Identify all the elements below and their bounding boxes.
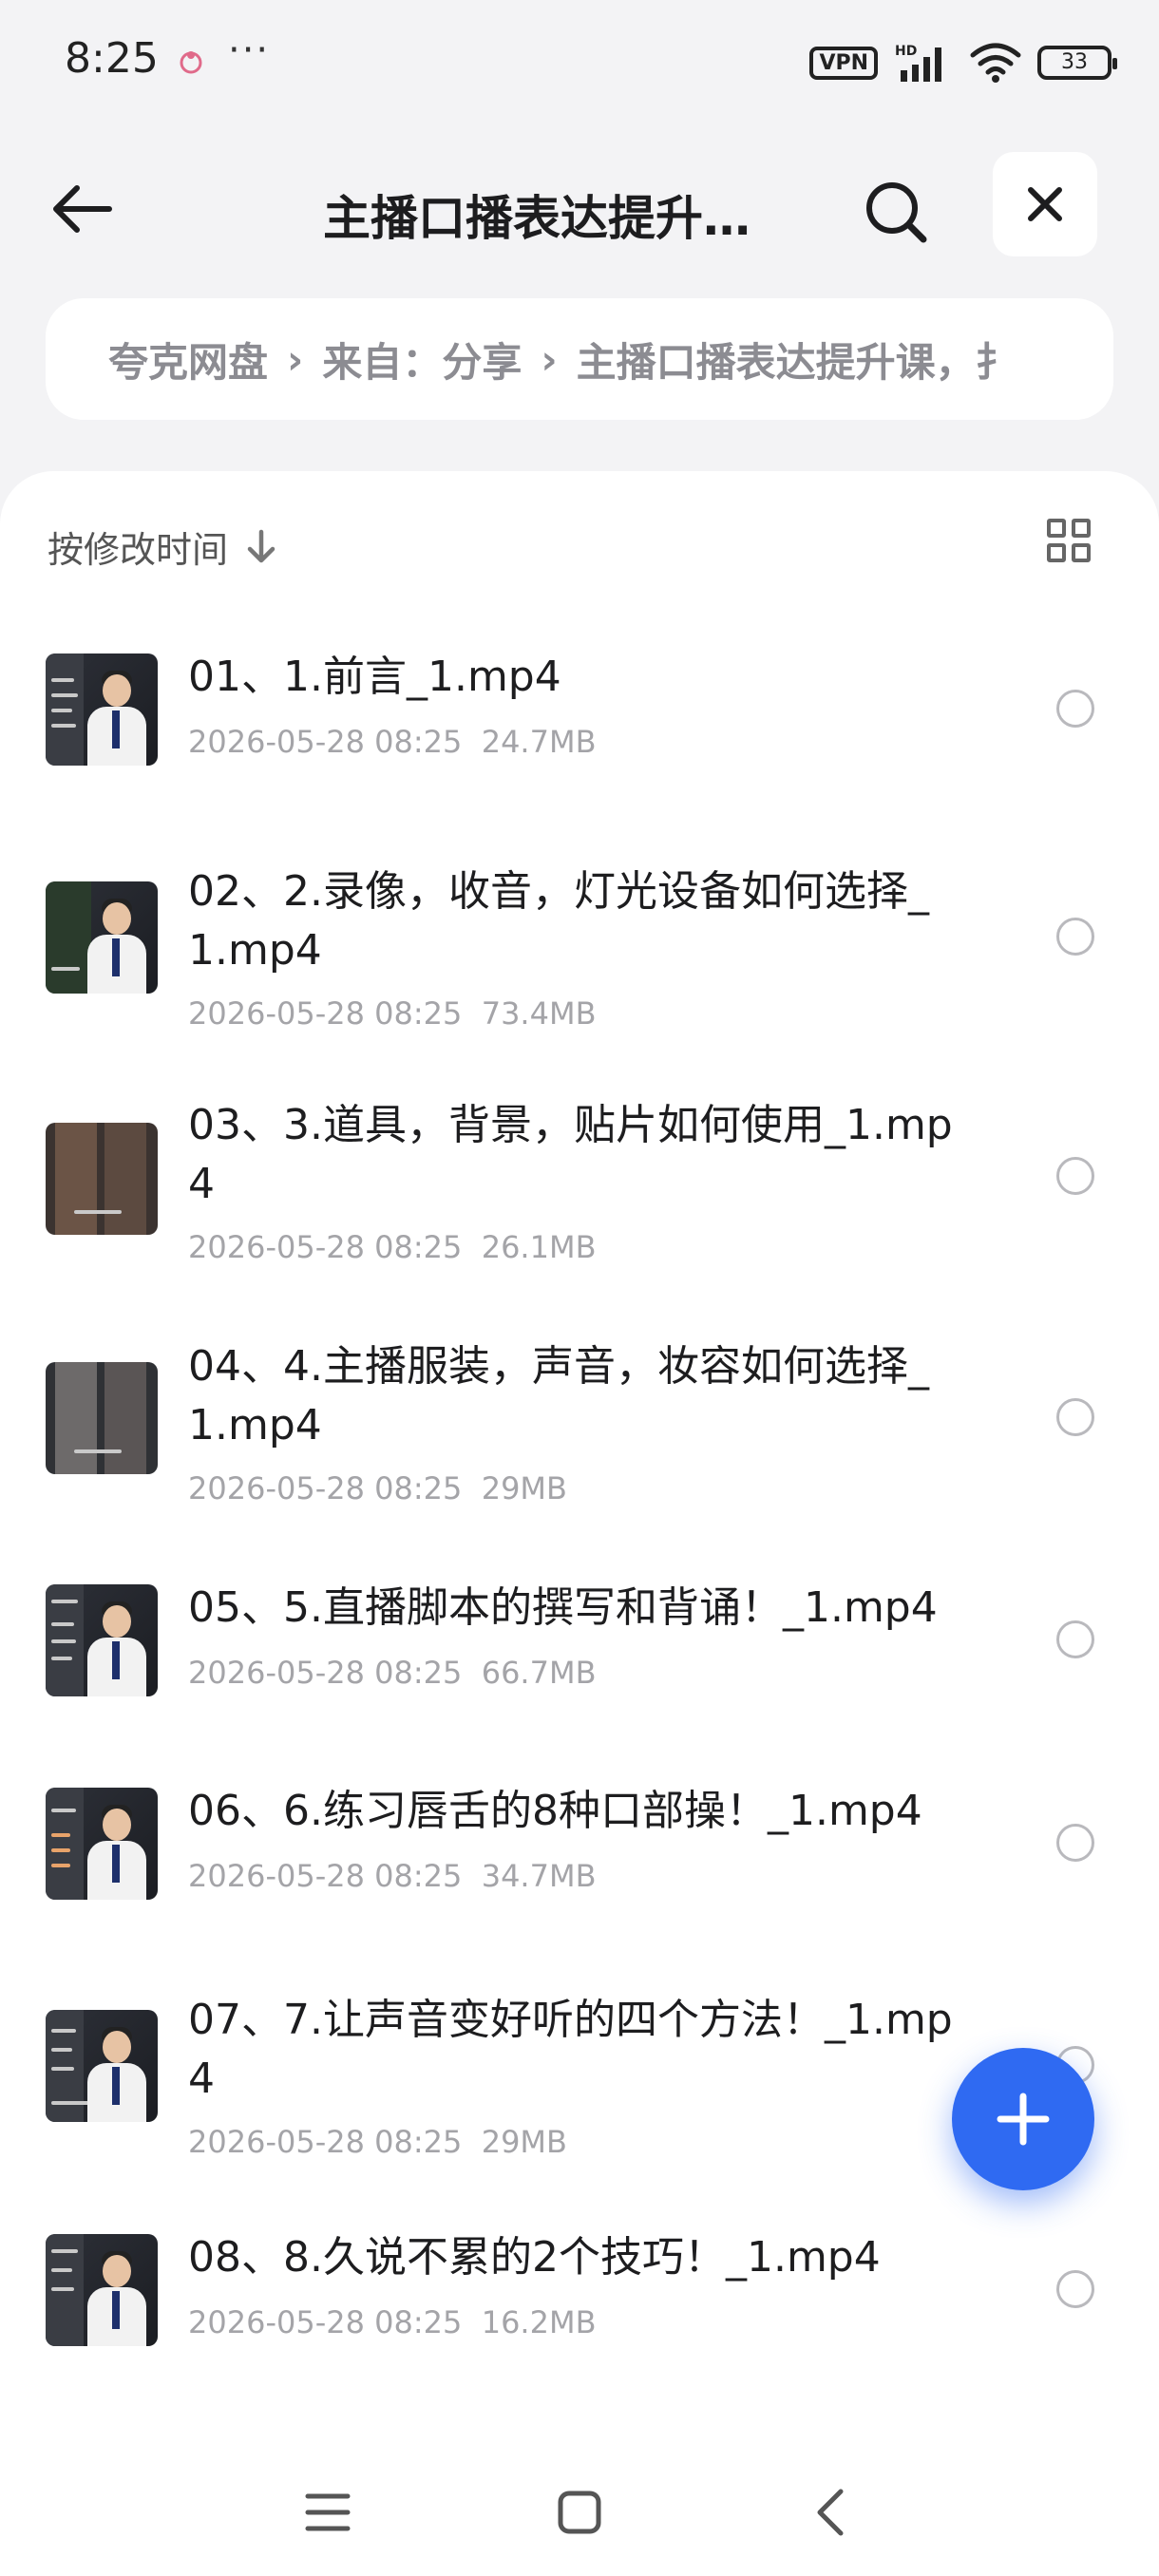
- search-icon: [866, 182, 927, 243]
- select-radio[interactable]: [1056, 2270, 1094, 2308]
- video-thumbnail: [46, 881, 158, 994]
- breadcrumb-item-root[interactable]: 夸克网盘: [108, 331, 268, 388]
- file-name: 07、7.让声音变好听的四个方法！_1.mp4: [188, 1996, 953, 2103]
- file-size: 16.2MB: [481, 2304, 597, 2340]
- breadcrumb: 夸克网盘 › 来自：分享 › 主播口播表达提升课，扌: [46, 298, 1113, 420]
- select-radio[interactable]: [1056, 690, 1094, 728]
- breadcrumb-item-current[interactable]: 主播口播表达提升课，扌: [577, 331, 1016, 388]
- file-row[interactable]: 04、4.主播服装，声音，妆容如何选择_1.mp4 2026-05-28 08:…: [0, 1342, 1159, 1506]
- file-meta: 2026-05-28 08:25 29MB: [188, 1470, 567, 1506]
- status-bar: 8:25 ··· VPN HD 33: [0, 0, 1159, 123]
- breadcrumb-separator: ›: [541, 335, 558, 383]
- file-size: 26.1MB: [481, 1229, 597, 1265]
- file-date: 2026-05-28 08:25: [188, 1655, 463, 1691]
- file-date: 2026-05-28 08:25: [188, 1470, 463, 1506]
- file-row[interactable]: 01、1.前言_1.mp4 2026-05-28 08:25 24.7MB: [0, 653, 1159, 796]
- file-name: 03、3.道具，背景，贴片如何使用_1.mp4: [188, 1101, 953, 1208]
- file-date: 2026-05-28 08:25: [188, 724, 463, 760]
- video-thumbnail: [46, 1362, 158, 1474]
- file-date: 2026-05-28 08:25: [188, 1229, 463, 1265]
- file-name: 02、2.录像，收音，灯光设备如何选择_1.mp4: [188, 867, 929, 975]
- nav-menu-button[interactable]: [285, 2470, 370, 2555]
- status-right-group: VPN HD 33: [809, 38, 1117, 87]
- file-name: 06、6.练习唇舌的8种口部操！_1.mp4: [188, 1787, 922, 1835]
- top-app-bar: 主播口播表达提升…: [0, 142, 1159, 266]
- file-size: 29MB: [481, 1470, 567, 1506]
- video-thumbnail: [46, 2010, 158, 2122]
- back-arrow-icon: [53, 185, 112, 233]
- file-meta: 2026-05-28 08:25 66.7MB: [188, 1655, 597, 1691]
- status-time: 8:25: [65, 34, 159, 83]
- file-meta: 2026-05-28 08:25 16.2MB: [188, 2304, 597, 2340]
- hd-signal-icon: HD: [895, 44, 941, 82]
- home-square-icon: [558, 2491, 601, 2534]
- close-icon: [1028, 187, 1062, 221]
- search-button[interactable]: [855, 171, 937, 253]
- svg-text:HD: HD: [895, 44, 917, 59]
- select-radio[interactable]: [1056, 1824, 1094, 1862]
- video-thumbnail: [46, 2234, 158, 2346]
- video-thumbnail: [46, 1788, 158, 1900]
- file-list-sheet: 按修改时间 01、1.前言_1.mp4 2026-05-28 08:25 24.…: [0, 471, 1159, 2576]
- file-meta: 2026-05-28 08:25 34.7MB: [188, 1858, 597, 1894]
- page-title: 主播口播表达提升…: [323, 191, 750, 246]
- grid-view-icon[interactable]: [1047, 519, 1091, 562]
- select-radio[interactable]: [1056, 1157, 1094, 1195]
- battery-icon: 33: [1037, 46, 1117, 80]
- wifi-icon: [970, 43, 1021, 83]
- file-meta: 2026-05-28 08:25 29MB: [188, 2124, 567, 2160]
- file-date: 2026-05-28 08:25: [188, 2124, 463, 2160]
- video-thumbnail: [46, 1123, 158, 1235]
- file-size: 73.4MB: [481, 995, 597, 1032]
- video-thumbnail: [46, 653, 158, 766]
- nav-home-button[interactable]: [537, 2470, 622, 2555]
- video-thumbnail: [46, 1584, 158, 1696]
- back-chevron-icon: [817, 2489, 844, 2536]
- file-name: 01、1.前言_1.mp4: [188, 653, 561, 701]
- arrow-down-icon: [247, 529, 276, 562]
- back-button[interactable]: [44, 171, 120, 247]
- select-radio[interactable]: [1056, 1398, 1094, 1436]
- file-meta: 2026-05-28 08:25 73.4MB: [188, 995, 597, 1032]
- system-nav-bar: [0, 2451, 1159, 2576]
- file-date: 2026-05-28 08:25: [188, 1858, 463, 1894]
- breadcrumb-item-share[interactable]: 来自：分享: [322, 331, 522, 388]
- file-meta: 2026-05-28 08:25 26.1MB: [188, 1229, 597, 1265]
- breadcrumb-separator: ›: [287, 335, 304, 383]
- file-name: 08、8.久说不累的2个技巧！_1.mp4: [188, 2233, 881, 2282]
- plus-icon: [997, 2093, 1050, 2146]
- sort-button[interactable]: 按修改时间: [48, 521, 277, 573]
- select-radio[interactable]: [1056, 918, 1094, 956]
- status-more-dots: ···: [228, 28, 271, 72]
- file-date: 2026-05-28 08:25: [188, 995, 463, 1032]
- file-size: 29MB: [481, 2124, 567, 2160]
- app-notification-icon: [180, 51, 202, 74]
- file-row[interactable]: 08、8.久说不累的2个技巧！_1.mp4 2026-05-28 08:25 1…: [0, 2233, 1159, 2377]
- select-radio[interactable]: [1056, 1620, 1094, 1658]
- file-size: 24.7MB: [481, 724, 597, 760]
- file-row[interactable]: 05、5.直播脚本的撰写和背诵！_1.mp4 2026-05-28 08:25 …: [0, 1583, 1159, 1727]
- close-button[interactable]: [993, 152, 1097, 256]
- vpn-badge: VPN: [809, 46, 878, 80]
- nav-back-button[interactable]: [788, 2470, 874, 2555]
- file-row[interactable]: 06、6.练习唇舌的8种口部操！_1.mp4 2026-05-28 08:25 …: [0, 1787, 1159, 1930]
- file-size: 66.7MB: [481, 1655, 597, 1691]
- file-size: 34.7MB: [481, 1858, 597, 1894]
- file-name: 05、5.直播脚本的撰写和背诵！_1.mp4: [188, 1583, 938, 1632]
- file-row[interactable]: 02、2.录像，收音，灯光设备如何选择_1.mp4 2026-05-28 08:…: [0, 862, 1159, 1032]
- add-button[interactable]: [952, 2048, 1094, 2190]
- menu-icon: [305, 2493, 351, 2531]
- screen: 8:25 ··· VPN HD 33 主播口播表达提升… 夸克网盘 › 来自：分…: [0, 0, 1159, 2576]
- sort-label: 按修改时间: [48, 529, 229, 571]
- file-meta: 2026-05-28 08:25 24.7MB: [188, 724, 597, 760]
- file-date: 2026-05-28 08:25: [188, 2304, 463, 2340]
- file-row[interactable]: 03、3.道具，背景，贴片如何使用_1.mp4 2026-05-28 08:25…: [0, 1101, 1159, 1265]
- file-name: 04、4.主播服装，声音，妆容如何选择_1.mp4: [188, 1342, 929, 1449]
